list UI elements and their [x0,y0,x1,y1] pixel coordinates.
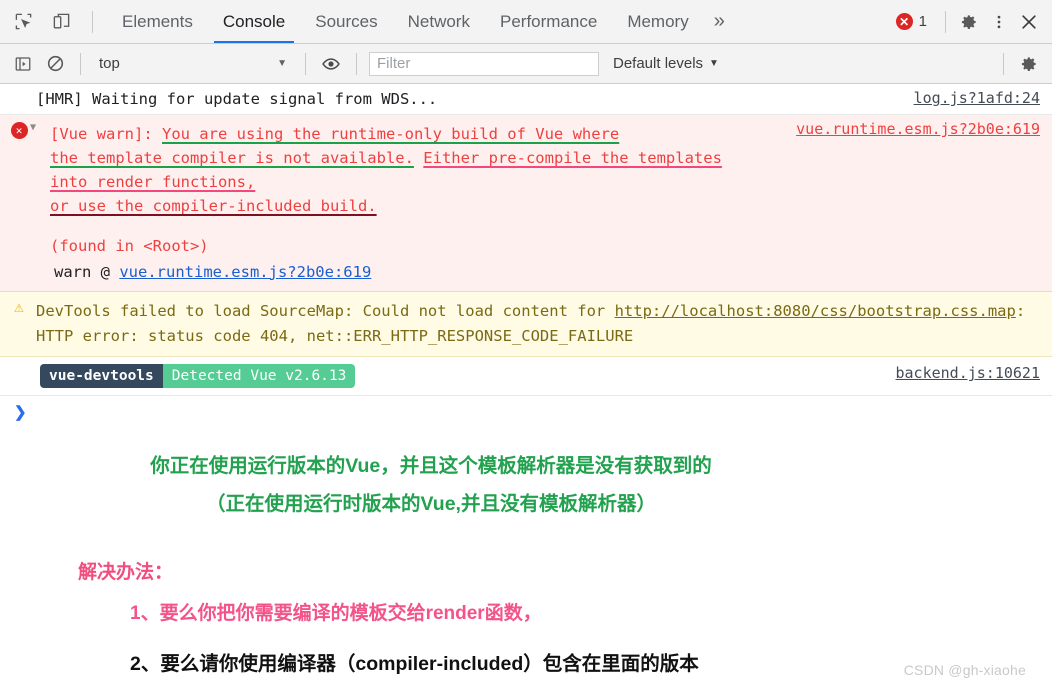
log-levels-label: Default levels [613,55,704,72]
annotation-solution-item-1: 1、要么你把你需要编译的模板交给render函数， [130,602,542,624]
toolbar-divider-right [945,10,946,33]
console-message-list: [HMR] Waiting for update signal from WDS… [0,84,1052,423]
annotation-green-line-1: 你正在使用运行版本的Vue，并且这个模板解析器是没有获取到的 [150,455,712,478]
chevron-down-icon-levels: ▼ [709,58,719,69]
sourcemap-url-link[interactable]: http://localhost:8080/css/bootstrap.css.… [615,302,1016,320]
vue-warn-found-in: (found in <Root>) [50,237,209,256]
vue-warn-source-link[interactable]: vue.runtime.esm.js?2b0e:619 [796,120,1040,138]
vue-warn-body: [Vue warn]: You are using the runtime-on… [36,122,726,218]
vue-devtools-badge-wrap: vue-devtools Detected Vue v2.6.13 [40,364,1042,389]
console-sidebar-icon[interactable] [10,51,36,77]
sourcemap-warning-body: DevTools failed to load SourceMap: Could… [36,299,1038,349]
error-circle-icon: ✕ [895,13,913,30]
vue-devtools-badge-right: Detected Vue v2.6.13 [162,364,356,389]
warning-triangle-icon: ⚠ [14,296,24,316]
annotation-overlay: 你正在使用运行版本的Vue，并且这个模板解析器是没有获取到的 （正在使用运行时版… [0,422,1052,675]
vue-warn-segment-green-1: You are using the runtime-only build of … [161,125,620,143]
tab-console[interactable]: Console [208,0,300,43]
toolbar-divider [92,10,93,33]
vue-warn-segment-dark: or use the compiler-included build. [50,197,377,216]
error-circle-icon-row: ✕ [10,121,28,139]
error-count-value: 1 [918,13,927,30]
console-row-vue-warn[interactable]: ✕ ▼ vue.runtime.esm.js?2b0e:619 [Vue war… [0,115,1052,292]
chevron-down-icon: ▼ [277,58,287,69]
close-icon[interactable] [1016,9,1042,35]
log-levels-dropdown[interactable]: Default levels ▼ [605,55,727,72]
prompt-caret-icon: ❯ [14,404,27,422]
filterbar-divider-2 [305,52,306,75]
inspect-cursor-icon[interactable] [10,9,36,35]
gear-icon[interactable] [956,9,982,35]
filterbar-divider-4 [1003,52,1004,75]
tabbar-left-icons [0,0,107,43]
hmr-source-link[interactable]: log.js?1afd:24 [914,89,1040,107]
tab-sources-label: Sources [315,11,378,31]
execution-context-value: top [99,55,120,72]
tab-sources[interactable]: Sources [300,0,392,43]
sourcemap-text-before: DevTools failed to load SourceMap: Could… [36,301,615,320]
stack-prefix: warn @ [54,262,120,281]
tab-memory[interactable]: Memory [612,0,703,43]
disclosure-triangle-icon[interactable]: ▼ [30,122,36,133]
annotation-solution-title: 解决办法： [78,561,174,583]
filterbar-right [997,51,1042,77]
annotation-solution-block: 解决办法： 1、要么你把你需要编译的模板交给render函数， 2、要么请你使用… [0,557,1052,676]
console-row-hmr[interactable]: [HMR] Waiting for update signal from WDS… [0,84,1052,115]
device-toolbar-icon[interactable] [48,9,74,35]
tab-console-label: Console [222,11,286,31]
annotation-green-line-2: （正在使用运行时版本的Vue,并且没有模板解析器） [206,492,656,515]
filterbar-divider-3 [356,52,357,75]
vue-devtools-badge-left: vue-devtools [40,364,163,389]
console-row-vue-devtools[interactable]: vue-devtools Detected Vue v2.6.13 backen… [0,357,1052,397]
tab-network-label: Network [407,11,470,31]
devtools-tabs: Elements Console Sources Network Perform… [107,0,735,43]
vue-warn-segment-green-2: the template compiler is not available. [50,149,414,168]
console-filter-toolbar: top ▼ Default levels ▼ [0,44,1052,84]
console-settings-gear-icon[interactable] [1016,51,1042,77]
tab-memory-label: Memory [627,11,689,31]
hmr-message-text: [HMR] Waiting for update signal from WDS… [36,90,438,108]
live-expression-eye-icon[interactable] [318,51,344,77]
execution-context-select[interactable]: top ▼ [93,52,293,76]
error-count-badge[interactable]: ✕ 1 [888,13,935,30]
devtools-tabbar: Elements Console Sources Network Perform… [0,0,1052,44]
vue-devtools-badge: vue-devtools Detected Vue v2.6.13 [40,364,356,389]
filter-input[interactable] [369,51,599,76]
warning-gutter-icon: ⚠ [10,298,28,316]
stack-source-link[interactable]: vue.runtime.esm.js?2b0e:619 [119,263,371,281]
console-row-sourcemap-warning[interactable]: ⚠ DevTools failed to load SourceMap: Cou… [0,291,1052,358]
clear-console-icon[interactable] [42,51,68,77]
vue-warn-prefix: [Vue warn]: [50,125,162,143]
vue-warn-stack-line: warn @ vue.runtime.esm.js?2b0e:619 [36,259,1042,281]
error-gutter-icon: ✕ [10,121,28,139]
tab-network[interactable]: Network [393,0,485,43]
tab-performance[interactable]: Performance [485,0,612,43]
tab-performance-label: Performance [499,11,598,31]
filterbar-divider-1 [80,52,81,75]
watermark: CSDN @gh-xiaohe [903,662,1026,678]
tab-elements[interactable]: Elements [107,0,208,43]
more-tabs-icon[interactable]: » [704,0,735,43]
console-prompt-row[interactable]: ❯ [0,396,1052,423]
tabbar-right-controls: ✕ 1 [888,0,1052,43]
annotation-green-block: 你正在使用运行版本的Vue，并且这个模板解析器是没有获取到的 （正在使用运行时版… [0,448,1052,522]
vue-devtools-source-link[interactable]: backend.js:10621 [896,364,1041,382]
tab-elements-label: Elements [122,11,193,31]
more-options-icon[interactable] [986,9,1012,35]
devtools-window: Elements Console Sources Network Perform… [0,0,1052,690]
